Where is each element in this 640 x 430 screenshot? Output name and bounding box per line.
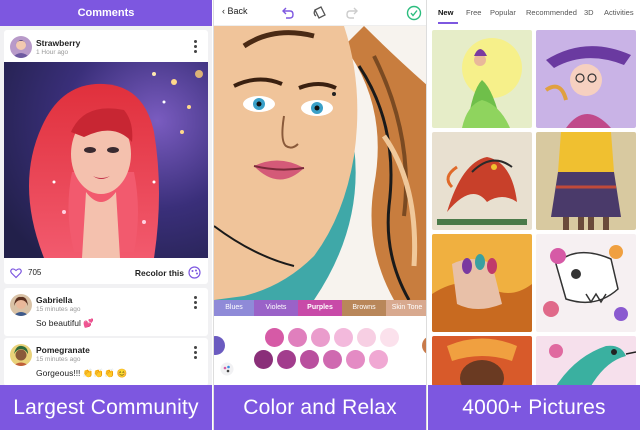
- color-swatch[interactable]: [334, 328, 353, 347]
- post-card: Strawberry 1 Hour ago 705 Recolor this: [4, 30, 208, 284]
- picture-thumbnail[interactable]: [432, 234, 532, 332]
- tab-recommended[interactable]: Recommended: [526, 8, 577, 17]
- fill-mode-icon[interactable]: [312, 5, 328, 21]
- done-check-icon[interactable]: [406, 5, 422, 21]
- post-artwork-image[interactable]: [4, 62, 208, 258]
- comment-item: Pomegranate 15 minutes ago Gorgeous!!! 👏…: [4, 338, 208, 386]
- pictures-panel: New Free Popular Recommended 3D Activiti…: [428, 0, 640, 430]
- palette-tabs: Blues Violets Purples Browns Skin Tone: [214, 300, 426, 316]
- color-swatch[interactable]: [311, 328, 330, 347]
- picture-thumbnail[interactable]: [432, 30, 532, 128]
- color-swatch-prev[interactable]: [214, 336, 225, 355]
- picture-thumbnail[interactable]: [536, 336, 636, 386]
- tab-3d[interactable]: 3D: [584, 8, 594, 17]
- recolor-this-button[interactable]: Recolor this: [135, 268, 184, 278]
- comment-text: So beautiful 💕: [36, 318, 94, 328]
- color-swatch[interactable]: [357, 328, 376, 347]
- heart-icon[interactable]: [10, 266, 22, 279]
- active-tab-indicator: [438, 22, 458, 24]
- avatar[interactable]: [10, 294, 32, 316]
- color-swatch[interactable]: [254, 350, 273, 369]
- likes-count: 705: [28, 268, 42, 277]
- color-swatch[interactable]: [380, 328, 399, 347]
- coloring-toolbar: ‹ Back: [214, 0, 426, 26]
- palette-icon[interactable]: [188, 266, 201, 279]
- picture-thumbnail[interactable]: [432, 132, 532, 230]
- color-mixer-icon[interactable]: [220, 362, 234, 376]
- coloring-canvas[interactable]: [214, 26, 426, 300]
- post-username[interactable]: Strawberry: [36, 38, 80, 48]
- caption-color-and-relax: Color and Relax: [214, 385, 426, 430]
- comment-username[interactable]: Gabriella: [36, 295, 72, 305]
- color-swatch[interactable]: [346, 350, 365, 369]
- comment-username[interactable]: Pomegranate: [36, 345, 90, 355]
- category-tabs: New Free Popular Recommended 3D Activiti…: [428, 0, 640, 26]
- palette-tab-purples[interactable]: Purples: [298, 300, 342, 316]
- avatar[interactable]: [10, 36, 32, 58]
- comment-time: 15 minutes ago: [36, 306, 81, 313]
- color-swatch[interactable]: [277, 350, 296, 369]
- comment-item: Gabriella 15 minutes ago So beautiful 💕: [4, 288, 208, 336]
- redo-icon[interactable]: [344, 5, 360, 21]
- tab-activities[interactable]: Activities: [604, 8, 634, 17]
- palette-tab-skin-tone[interactable]: Skin Tone: [386, 300, 426, 316]
- color-swatch[interactable]: [288, 328, 307, 347]
- picture-thumbnail[interactable]: [536, 30, 636, 128]
- palette-tab-browns[interactable]: Browns: [342, 300, 386, 316]
- tab-popular[interactable]: Popular: [490, 8, 516, 17]
- caption-largest-community: Largest Community: [0, 385, 212, 430]
- comments-header: Comments: [0, 0, 212, 26]
- picture-thumbnail[interactable]: [536, 234, 636, 332]
- picture-thumbnail[interactable]: [432, 336, 532, 386]
- more-options-icon[interactable]: [194, 346, 198, 360]
- palette-tab-violets[interactable]: Violets: [254, 300, 298, 316]
- back-button[interactable]: ‹ Back: [222, 6, 248, 16]
- color-swatch[interactable]: [300, 350, 319, 369]
- comment-text: Gorgeous!!! 👏👏👏 😊: [36, 368, 128, 378]
- color-swatch[interactable]: [323, 350, 342, 369]
- picture-thumbnail[interactable]: [536, 132, 636, 230]
- post-time: 1 Hour ago: [36, 49, 69, 56]
- avatar[interactable]: [10, 344, 32, 366]
- more-options-icon[interactable]: [194, 40, 198, 54]
- tab-new[interactable]: New: [438, 8, 453, 17]
- color-swatch[interactable]: [369, 350, 388, 369]
- comment-time: 15 minutes ago: [36, 356, 81, 363]
- caption-4000-pictures: 4000+ Pictures: [428, 385, 640, 430]
- undo-icon[interactable]: [280, 5, 296, 21]
- color-swatch-next[interactable]: [422, 336, 426, 355]
- more-options-icon[interactable]: [194, 296, 198, 310]
- coloring-panel: ‹ Back Blues Violets Purples Browns Skin…: [213, 0, 427, 430]
- tab-free[interactable]: Free: [466, 8, 481, 17]
- swatch-area: [214, 316, 426, 385]
- palette-tab-blues[interactable]: Blues: [214, 300, 254, 316]
- community-panel: Comments Strawberry 1 Hour ago 705 Recol…: [0, 0, 212, 430]
- color-swatch[interactable]: [265, 328, 284, 347]
